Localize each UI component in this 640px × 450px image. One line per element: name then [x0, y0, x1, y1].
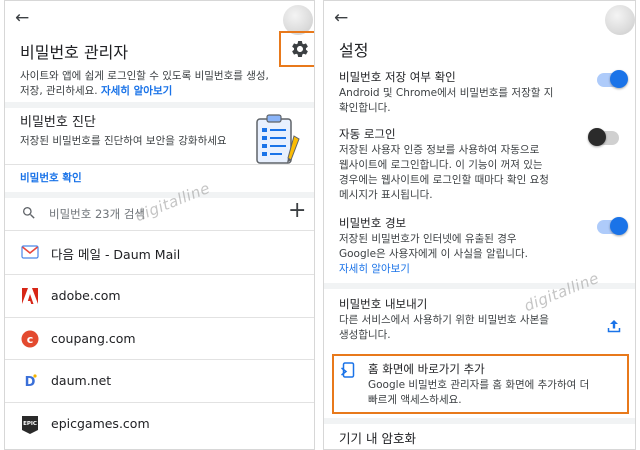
section-divider — [324, 418, 635, 424]
intro-text: 사이트와 앱에 쉽게 로그인할 수 있도록 비밀번호를 생성, 저장, 관리하세… — [20, 70, 269, 97]
gear-icon[interactable] — [290, 39, 310, 59]
search-divider — [5, 230, 314, 231]
checkup-title: 비밀번호 진단 — [20, 115, 96, 130]
daum-icon: D — [21, 372, 39, 390]
checkup-desc: 저장된 비밀번호를 진단하여 보안을 강화하세요 — [20, 135, 227, 147]
list-item[interactable]: c coupang.com — [5, 319, 314, 361]
svg-text:D: D — [25, 375, 36, 390]
row-divider — [5, 274, 314, 275]
card-divider — [5, 164, 314, 165]
list-item[interactable]: adobe.com — [5, 276, 314, 318]
page-title: 설정 — [339, 41, 369, 60]
auto-sign-in-setting[interactable]: 자동 로그인 저장된 사용자 인증 정보를 사용하여 자동으로 웹사이트에 로그… — [324, 122, 635, 208]
auto-sign-in-toggle[interactable] — [588, 128, 619, 146]
clipboard-checklist-icon — [255, 114, 301, 166]
daum-mail-icon — [21, 243, 39, 261]
row-divider — [5, 359, 314, 360]
search-input[interactable]: 비밀번호 23개 검색 — [49, 206, 145, 222]
settings-screen: ← 설정 비밀번호 저장 여부 확인 Android 및 Chrome에서 비밀… — [323, 0, 636, 450]
row-divider — [5, 402, 314, 403]
toggle-knob — [610, 70, 628, 88]
save-passwords-toggle[interactable] — [597, 70, 628, 88]
page-title: 비밀번호 관리자 — [20, 43, 129, 62]
svg-text:EPIC: EPIC — [23, 421, 37, 427]
epicgames-icon: EPIC — [21, 415, 39, 434]
list-item[interactable]: 다음 메일 - Daum Mail — [5, 232, 314, 274]
save-passwords-setting[interactable]: 비밀번호 저장 여부 확인 Android 및 Chrome에서 비밀번호를 저… — [324, 65, 635, 119]
search-icon — [21, 205, 37, 221]
password-manager-screen: ← 비밀번호 관리자 사이트와 앱에 쉽게 로그인할 수 있도록 비밀번호를 생… — [4, 0, 315, 450]
add-home-shortcut-item[interactable]: 홈 화면에 바로가기 추가 Google 비밀번호 관리자를 홈 화면에 추가하… — [334, 356, 627, 412]
list-item[interactable]: EPIC epicgames.com — [5, 404, 314, 446]
row-divider — [5, 317, 314, 318]
upload-icon[interactable] — [607, 318, 621, 333]
add-to-home-icon — [341, 362, 355, 378]
learn-more-link[interactable]: 자세히 알아보기 — [339, 262, 589, 277]
coupang-icon: c — [21, 330, 39, 348]
password-alerts-toggle[interactable] — [597, 217, 628, 235]
export-passwords-item[interactable]: 비밀번호 내보내기 다른 서비스에서 사용하기 위한 비밀번호 사본을 생성합니… — [324, 292, 635, 348]
svg-text:c: c — [27, 333, 34, 346]
arrow-left-icon[interactable]: ← — [334, 10, 348, 27]
learn-more-link[interactable]: 자세히 알아보기 — [101, 85, 172, 97]
toggle-knob — [588, 128, 606, 146]
on-device-encryption-title: 기기 내 암호화 — [339, 431, 416, 446]
arrow-left-icon[interactable]: ← — [15, 10, 29, 27]
list-item[interactable]: D daum.net — [5, 361, 314, 403]
adobe-icon — [21, 287, 39, 305]
toggle-knob — [610, 217, 628, 235]
check-passwords-link[interactable]: 비밀번호 확인 — [20, 170, 82, 185]
avatar[interactable] — [605, 5, 635, 35]
plus-icon[interactable]: + — [288, 198, 306, 223]
